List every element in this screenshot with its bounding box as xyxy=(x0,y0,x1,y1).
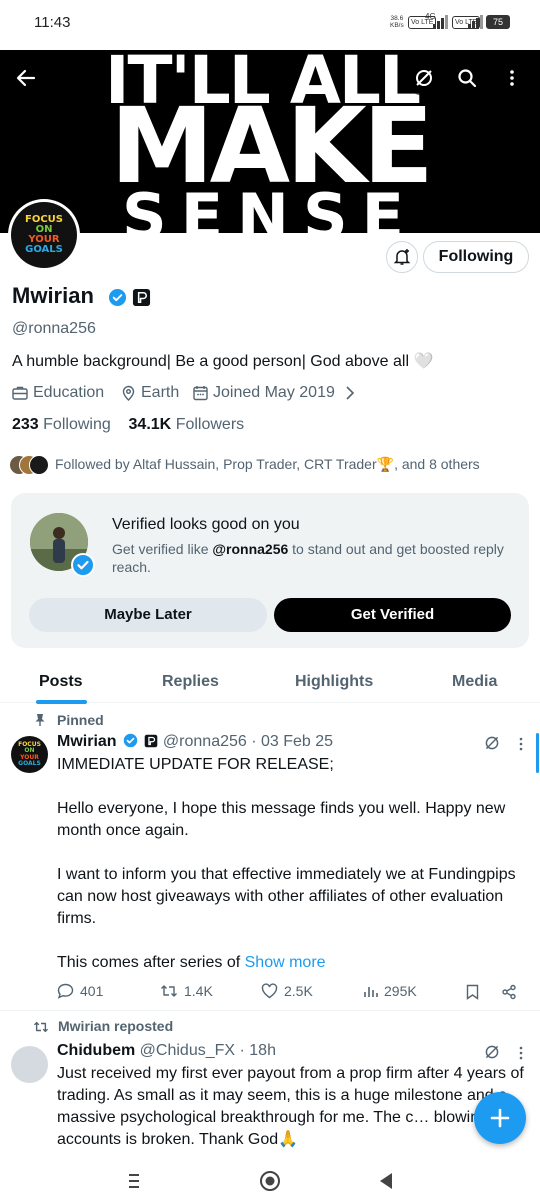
get-verified-card: Verified looks good on you Get verified … xyxy=(11,493,529,648)
search-button[interactable] xyxy=(449,60,485,96)
get-verified-button[interactable]: Get Verified xyxy=(274,598,511,632)
show-more-link[interactable]: Show more xyxy=(245,954,326,971)
pin-icon xyxy=(35,714,45,726)
reposted-by-label[interactable]: Mwirian reposted xyxy=(58,1018,173,1034)
scrollbar[interactable] xyxy=(536,733,539,773)
following-button[interactable]: Following xyxy=(423,241,529,273)
battery-icon: 75 xyxy=(486,15,510,29)
back-arrow-icon xyxy=(16,69,36,87)
profile-tabs: Posts Replies Highlights Media xyxy=(0,665,540,704)
more-vertical-icon[interactable] xyxy=(517,1045,525,1061)
profile-joined[interactable]: Joined May 2019 xyxy=(193,384,360,402)
repost-icon xyxy=(161,985,177,997)
verified-badge-icon xyxy=(71,553,95,577)
grok-icon[interactable] xyxy=(484,735,500,751)
share-icon[interactable] xyxy=(501,984,517,1000)
grok-button[interactable] xyxy=(406,60,442,96)
verify-card-subtitle: Get verified like @ronna256 to stand out… xyxy=(112,541,504,575)
status-time: 11:43 xyxy=(34,14,71,31)
verify-card-title: Verified looks good on you xyxy=(112,516,300,533)
notification-bell-button[interactable] xyxy=(386,241,418,273)
profile-location: Earth xyxy=(121,384,179,402)
profile-handle: @ronna256 xyxy=(12,320,96,337)
more-vertical-icon[interactable] xyxy=(517,736,525,752)
more-vertical-icon xyxy=(510,70,514,86)
verified-badge-icon[interactable] xyxy=(108,288,127,307)
briefcase-icon xyxy=(12,386,28,400)
tab-posts[interactable]: Posts xyxy=(39,673,83,691)
recents-icon[interactable] xyxy=(126,1173,142,1189)
followed-by-text[interactable]: Followed by Altaf Hussain, Prop Trader, … xyxy=(55,456,480,473)
reply-icon xyxy=(57,983,74,999)
post-author-name[interactable]: Chidubem xyxy=(57,1042,135,1059)
divider xyxy=(0,1010,540,1011)
follow-counts: 233 Following 34.1K Followers xyxy=(12,416,244,434)
profile-category: Education xyxy=(12,384,104,402)
chevron-right-icon xyxy=(346,386,354,400)
plus-icon xyxy=(490,1108,510,1128)
banner-line-3: SENSE xyxy=(122,180,418,234)
tab-media[interactable]: Media xyxy=(452,673,497,691)
grok-icon[interactable] xyxy=(484,1044,500,1060)
following-count-link[interactable]: 233 Following xyxy=(12,416,111,433)
reply-button[interactable]: 401 xyxy=(57,983,103,999)
more-options-button[interactable] xyxy=(494,60,530,96)
affiliate-badge-icon[interactable] xyxy=(132,288,151,307)
verified-badge-icon xyxy=(123,733,138,748)
views-icon xyxy=(364,987,378,997)
tab-replies[interactable]: Replies xyxy=(162,673,219,691)
active-tab-indicator xyxy=(36,700,87,704)
back-button[interactable] xyxy=(8,60,44,96)
pinned-label: Pinned xyxy=(57,712,104,728)
post-header: Chidubem @Chidus_FX · 18h xyxy=(57,1042,276,1060)
views-button[interactable]: 295K xyxy=(362,983,417,999)
signal-icon-2 xyxy=(468,15,483,29)
maybe-later-button[interactable]: Maybe Later xyxy=(29,598,267,632)
calendar-icon xyxy=(193,386,208,401)
like-button[interactable]: 2.5K xyxy=(261,983,313,999)
search-icon xyxy=(458,69,477,88)
display-name: Mwirian xyxy=(12,283,94,308)
avatar xyxy=(29,455,49,475)
post-author-name[interactable]: Mwirian xyxy=(57,733,117,750)
affiliate-badge-icon xyxy=(145,734,158,748)
post-meta: @ronna256 · 03 Feb 25 xyxy=(162,733,334,750)
profile-bio: A humble background| Be a good person| G… xyxy=(12,353,434,370)
post-text[interactable]: Just received my first ever payout from … xyxy=(57,1063,532,1151)
status-bar: 11:43 38.6 KB/s Vo LTE 4G Vo LTE 75 xyxy=(0,0,540,50)
bell-plus-icon xyxy=(393,249,411,265)
post-avatar[interactable] xyxy=(11,1046,48,1083)
system-nav-bar xyxy=(0,1160,540,1200)
post-header: Mwirian @ronna256 · 03 Feb 25 xyxy=(57,733,333,751)
location-pin-icon xyxy=(122,385,135,401)
back-icon[interactable] xyxy=(379,1172,393,1190)
followers-count-link[interactable]: 34.1K Followers xyxy=(129,416,245,433)
network-speed: 38.6 KB/s xyxy=(390,15,404,29)
compose-post-button[interactable] xyxy=(474,1092,526,1144)
signal-icon xyxy=(433,15,448,29)
grok-icon xyxy=(416,70,432,86)
post-meta: @Chidus_FX · 18h xyxy=(139,1042,276,1059)
home-icon[interactable] xyxy=(259,1170,281,1192)
bookmark-icon[interactable] xyxy=(466,984,479,1000)
repost-icon xyxy=(33,1021,49,1033)
post-avatar[interactable]: FOCUS ON YOUR GOALS xyxy=(11,736,48,773)
heart-icon xyxy=(261,983,278,999)
post-text[interactable]: IMMEDIATE UPDATE FOR RELEASE; Hello ever… xyxy=(57,754,527,974)
profile-avatar[interactable]: FOCUS ON YOUR GOALS xyxy=(8,199,80,271)
repost-button[interactable]: 1.4K xyxy=(160,983,213,999)
tab-highlights[interactable]: Highlights xyxy=(295,673,373,691)
